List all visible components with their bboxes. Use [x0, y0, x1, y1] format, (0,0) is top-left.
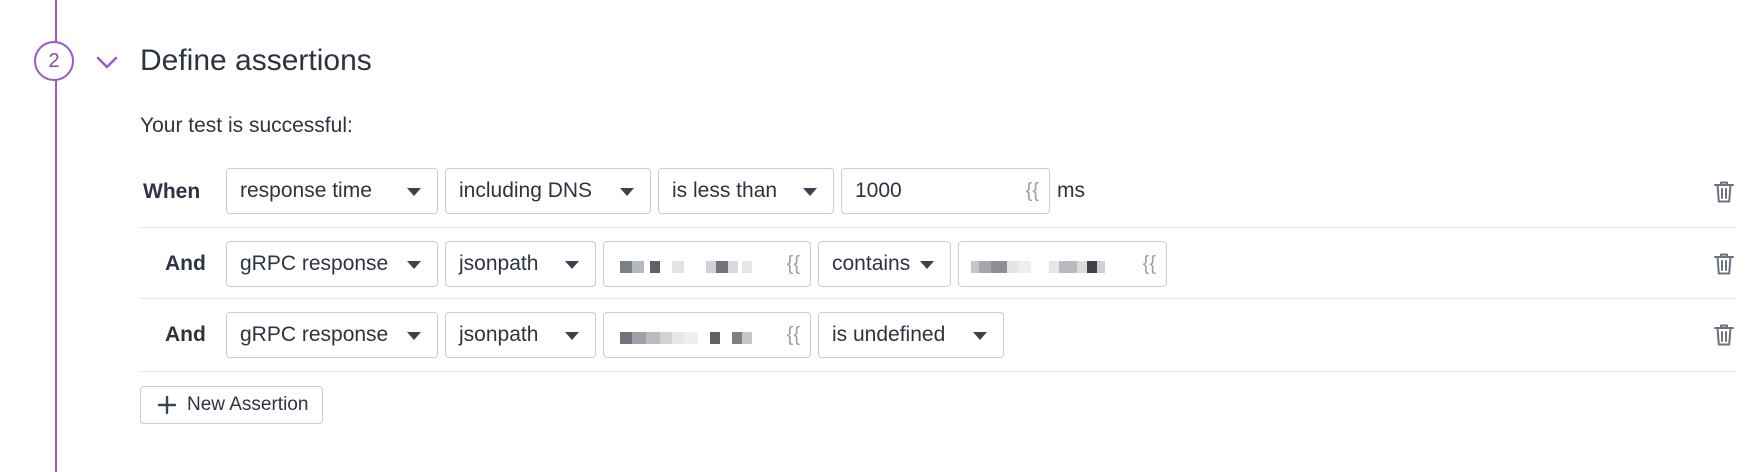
section-title: Define assertions	[140, 44, 372, 77]
plus-icon	[157, 395, 177, 415]
assertion-operator-select[interactable]: is less than	[658, 168, 834, 214]
assertion-row: When response time including DNS is less…	[140, 156, 1735, 228]
caret-down-icon	[803, 188, 817, 196]
assertion-unit: ms	[1057, 179, 1085, 202]
caret-down-icon	[620, 188, 634, 196]
trash-icon[interactable]	[1713, 180, 1735, 204]
caret-down-icon	[407, 332, 421, 340]
assertions-intro: Your test is successful:	[140, 114, 353, 137]
template-variable-icon[interactable]: {{	[787, 313, 800, 357]
assertion-operator-select[interactable]: is undefined	[818, 312, 1004, 358]
assertion-label: When	[143, 180, 201, 203]
assertion-operator-select[interactable]: contains	[818, 241, 951, 287]
jsonpath-input[interactable]: {{	[603, 312, 811, 358]
assertion-operator-value: is undefined	[832, 323, 946, 346]
jsonpath-input[interactable]: {{	[603, 241, 811, 287]
template-variable-icon[interactable]: {{	[787, 242, 800, 286]
assertion-type-select[interactable]: gRPC response	[226, 312, 438, 358]
assertion-type-value: response time	[240, 179, 372, 202]
caret-down-icon	[920, 261, 934, 269]
trash-icon[interactable]	[1713, 323, 1735, 347]
assertion-label: And	[165, 252, 206, 275]
assertion-operator-value: contains	[832, 252, 911, 275]
template-variable-icon[interactable]: {{	[1026, 169, 1039, 213]
template-variable-icon[interactable]: {{	[1143, 242, 1156, 286]
assertion-modifier-value: jsonpath	[459, 323, 539, 346]
assertion-modifier-select[interactable]: including DNS	[445, 168, 651, 214]
step-number-badge: 2	[34, 41, 74, 81]
assertion-row: And gRPC response jsonpath {{ contains {…	[140, 227, 1735, 300]
new-assertion-label: New Assertion	[187, 394, 309, 415]
caret-down-icon	[565, 332, 579, 340]
assertion-modifier-select[interactable]: jsonpath	[445, 241, 596, 287]
caret-down-icon	[973, 332, 987, 340]
assertion-type-select[interactable]: gRPC response	[226, 241, 438, 287]
assertion-modifier-value: including DNS	[459, 179, 593, 202]
expected-value-input[interactable]: {{	[958, 241, 1167, 287]
trash-icon[interactable]	[1713, 252, 1735, 276]
assertion-type-select[interactable]: response time	[226, 168, 438, 214]
assertion-modifier-select[interactable]: jsonpath	[445, 312, 596, 358]
assertion-type-value: gRPC response	[240, 252, 389, 275]
assertion-type-value: gRPC response	[240, 323, 389, 346]
new-assertion-button[interactable]: New Assertion	[140, 386, 324, 424]
assertion-value-text: 1000	[855, 179, 902, 202]
assertion-operator-value: is less than	[672, 179, 778, 202]
chevron-down-icon[interactable]	[96, 56, 118, 70]
assertion-label: And	[165, 323, 206, 346]
caret-down-icon	[407, 261, 421, 269]
caret-down-icon	[407, 188, 421, 196]
assertion-modifier-value: jsonpath	[459, 252, 539, 275]
redacted-text	[620, 332, 760, 344]
caret-down-icon	[565, 261, 579, 269]
assertion-row: And gRPC response jsonpath {{ is undefin…	[140, 298, 1735, 372]
redacted-text	[971, 261, 1111, 273]
redacted-text	[620, 261, 760, 273]
assertion-value-input[interactable]: 1000 {{	[841, 168, 1050, 214]
